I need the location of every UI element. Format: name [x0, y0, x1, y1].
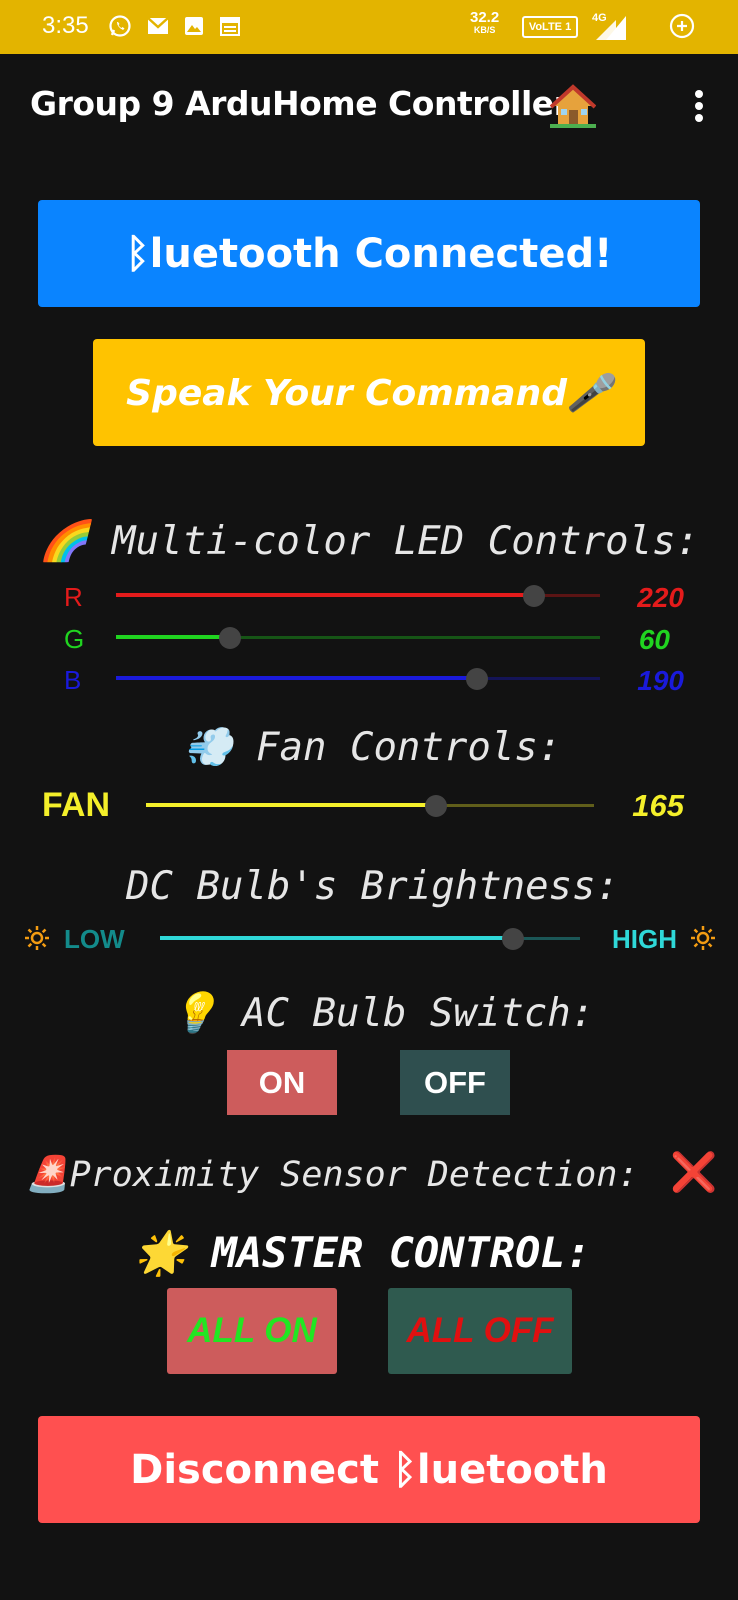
fan-slider-thumb[interactable] — [424, 795, 447, 817]
status-time: 3:35 — [42, 12, 89, 39]
gallery-icon — [185, 17, 203, 35]
fan-slider[interactable] — [146, 791, 594, 821]
led-g-slider-thumb[interactable] — [218, 627, 241, 649]
dc-bulb-heading: DC Bulb's Brightness: — [126, 864, 620, 909]
signal-icon — [596, 16, 626, 40]
calendar-icon — [220, 17, 240, 36]
house-icon — [550, 84, 596, 128]
led-controls-heading: 🌈 Multi-color LED Controls: — [40, 519, 700, 564]
led-b-value: 190 — [637, 665, 684, 696]
speak-command-button[interactable]: Speak Your Command🎤 — [93, 339, 645, 446]
led-b-slider-fill — [116, 676, 477, 680]
led-r-value: 220 — [637, 582, 684, 613]
dc-brightness-slider-thumb[interactable] — [501, 928, 524, 950]
led-r-slider[interactable] — [116, 581, 600, 611]
fan-controls-heading: 💨 Fan Controls: — [184, 725, 562, 770]
mail-icon — [147, 17, 169, 34]
led-g-slider-fill — [116, 635, 230, 639]
app-bar: Group 9 ArduHome Controller — [0, 54, 738, 162]
fan-value: 165 — [632, 788, 684, 823]
network-speed-value: 32.2 — [470, 9, 500, 26]
led-b-slider[interactable] — [116, 664, 600, 694]
sun-icon — [691, 926, 715, 950]
all-off-button[interactable]: ALL OFF — [388, 1288, 572, 1374]
dc-high-label: HIGH — [612, 924, 677, 954]
fan-label: FAN — [42, 786, 110, 824]
overflow-menu-icon[interactable] — [684, 84, 714, 128]
network-speed: 32.2 KB/S — [470, 10, 499, 35]
proximity-heading: 🚨Proximity Sensor Detection: — [26, 1155, 639, 1195]
status-bar: 3:35 32.2 KB/S VoLTE 1 4G — [0, 0, 738, 54]
led-g-slider[interactable] — [116, 623, 600, 653]
all-on-button[interactable]: ALL ON — [167, 1288, 337, 1374]
app-title: Group 9 ArduHome Controller — [30, 84, 570, 123]
ac-on-button[interactable]: ON — [227, 1050, 337, 1115]
volte-badge: VoLTE 1 — [522, 16, 578, 38]
sun-icon — [25, 926, 49, 950]
master-control-heading: 🌟 MASTER CONTROL: — [134, 1228, 591, 1277]
proximity-status-icon: ❌ — [670, 1150, 718, 1194]
battery-saver-icon — [669, 13, 695, 39]
disconnect-bluetooth-button[interactable]: Disconnect ᛒluetooth — [38, 1416, 700, 1523]
led-r-slider-fill — [116, 593, 534, 597]
led-g-label: G — [64, 624, 85, 654]
ac-off-button[interactable]: OFF — [400, 1050, 510, 1115]
led-g-value: 60 — [638, 624, 670, 655]
dc-brightness-slider-fill — [160, 936, 513, 940]
dc-brightness-slider[interactable] — [160, 924, 580, 954]
bluetooth-connected-button[interactable]: ᛒluetooth Connected! — [38, 200, 700, 307]
network-speed-unit: KB/S — [473, 25, 496, 35]
led-b-slider-thumb[interactable] — [465, 668, 488, 690]
led-b-label: B — [64, 665, 82, 695]
ac-bulb-heading: 💡 AC Bulb Switch: — [170, 991, 595, 1036]
fan-slider-fill — [146, 803, 436, 807]
led-r-slider-thumb[interactable] — [522, 585, 545, 607]
led-r-label: R — [64, 582, 83, 612]
dc-low-label: LOW — [64, 924, 125, 954]
whatsapp-icon — [109, 15, 131, 37]
